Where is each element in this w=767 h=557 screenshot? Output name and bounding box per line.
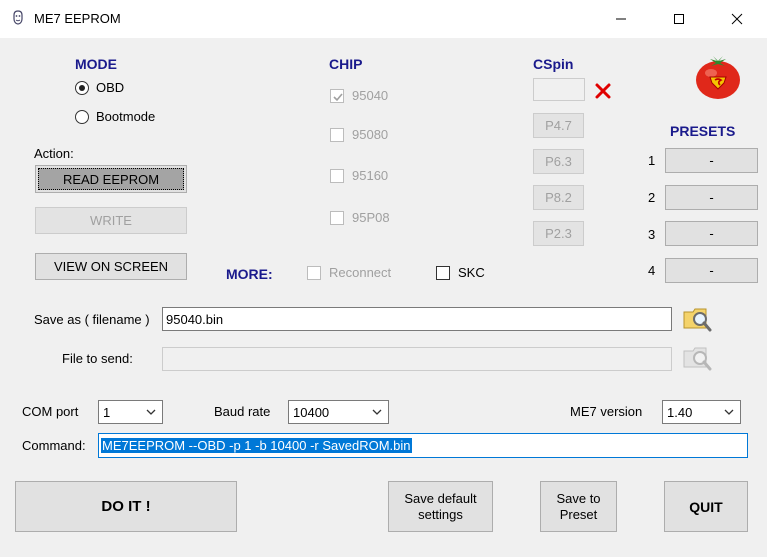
- com-port-label: COM port: [22, 404, 79, 419]
- window-title: ME7 EEPROM: [34, 11, 121, 26]
- cspin-input[interactable]: [533, 78, 585, 101]
- radio-selected-icon: [75, 80, 89, 95]
- com-port-select[interactable]: 1: [98, 400, 163, 424]
- preset-2-button[interactable]: -: [665, 185, 758, 210]
- cspin-p47-button[interactable]: P4.7: [533, 113, 584, 138]
- read-eeprom-button[interactable]: READ EEPROM: [35, 165, 187, 193]
- mode-obd-label: OBD: [96, 80, 125, 95]
- quit-button[interactable]: QUIT: [664, 481, 748, 532]
- mode-bootmode-radio[interactable]: Bootmode: [75, 109, 155, 124]
- read-eeprom-label: READ EEPROM: [38, 168, 184, 190]
- save-default-settings-button[interactable]: Save default settings: [388, 481, 493, 532]
- tomato-logo-icon: [693, 53, 743, 104]
- com-port-value: 1: [103, 404, 111, 420]
- close-button[interactable]: [714, 0, 760, 38]
- save-as-input[interactable]: 95040.bin: [162, 307, 672, 331]
- preset-number: 2: [648, 190, 656, 205]
- checkbox-icon: [330, 127, 344, 142]
- view-on-screen-button[interactable]: VIEW ON SCREEN: [35, 253, 187, 280]
- checkbox-icon: [436, 265, 450, 280]
- chevron-down-icon: [372, 409, 382, 415]
- clear-cross-icon[interactable]: [594, 82, 612, 103]
- checkbox-icon: [307, 265, 321, 280]
- mode-obd-radio[interactable]: OBD: [75, 80, 124, 95]
- close-icon: [731, 13, 743, 25]
- more-heading: MORE:: [226, 266, 273, 282]
- me7-version-value: 1.40: [667, 404, 693, 420]
- file-to-send-input[interactable]: [162, 347, 672, 371]
- skc-checkbox[interactable]: SKC: [436, 265, 485, 280]
- chip-95160-label: 95160: [352, 168, 389, 183]
- save-as-label: Save as ( filename ): [34, 312, 150, 327]
- save-default-line1: Save default: [404, 490, 477, 506]
- save-preset-line1: Save to: [556, 490, 601, 506]
- cspin-p23-button[interactable]: P2.3: [533, 221, 584, 246]
- chevron-down-icon: [146, 409, 156, 415]
- mode-heading: MODE: [75, 56, 117, 72]
- browse-folder-disabled-icon[interactable]: [682, 343, 714, 376]
- preset-number: 4: [648, 263, 656, 278]
- maximize-button[interactable]: [656, 0, 702, 38]
- command-text: ME7EEPROM --OBD -p 1 -b 10400 -r SavedRO…: [101, 438, 412, 453]
- preset-3-button[interactable]: -: [665, 221, 758, 246]
- do-it-button[interactable]: DO IT !: [15, 481, 237, 532]
- save-to-preset-button[interactable]: Save to Preset: [540, 481, 617, 532]
- me7-version-label: ME7 version: [570, 404, 643, 419]
- baud-rate-label: Baud rate: [214, 404, 271, 419]
- command-input[interactable]: ME7EEPROM --OBD -p 1 -b 10400 -r SavedRO…: [98, 433, 748, 458]
- preset-number: 3: [648, 227, 656, 242]
- chip-95160-checkbox[interactable]: 95160: [330, 168, 388, 183]
- preset-1-button[interactable]: -: [665, 148, 758, 173]
- reconnect-checkbox[interactable]: Reconnect: [307, 265, 391, 280]
- skc-label: SKC: [458, 265, 485, 280]
- preset-4-button[interactable]: -: [665, 258, 758, 283]
- save-preset-line2: Preset: [559, 506, 598, 522]
- chip-95080-label: 95080: [352, 127, 389, 142]
- command-label: Command:: [22, 438, 86, 453]
- cspin-p82-button[interactable]: P8.2: [533, 185, 584, 210]
- preset-number: 1: [648, 153, 656, 168]
- action-label: Action:: [34, 146, 74, 161]
- chip-95p08-label: 95P08: [352, 210, 390, 225]
- title-bar: ME7 EEPROM: [0, 0, 767, 38]
- reconnect-label: Reconnect: [329, 265, 392, 280]
- save-default-line2: settings: [418, 506, 463, 522]
- cspin-p63-button[interactable]: P6.3: [533, 149, 584, 174]
- file-to-send-label: File to send:: [62, 351, 133, 366]
- chip-95p08-checkbox[interactable]: 95P08: [330, 210, 390, 225]
- checkbox-checked-icon: [330, 88, 344, 103]
- write-button[interactable]: WRITE: [35, 207, 187, 234]
- browse-folder-icon[interactable]: [682, 304, 714, 337]
- maximize-icon: [674, 14, 684, 24]
- cspin-heading: CSpin: [533, 56, 574, 72]
- baud-rate-value: 10400: [293, 404, 330, 420]
- me7-version-select[interactable]: 1.40: [662, 400, 741, 424]
- chip-95040-checkbox[interactable]: 95040: [330, 88, 388, 103]
- baud-rate-select[interactable]: 10400: [288, 400, 389, 424]
- minimize-icon: [616, 18, 626, 20]
- mode-bootmode-label: Bootmode: [96, 109, 156, 124]
- checkbox-icon: [330, 210, 344, 225]
- chip-95040-label: 95040: [352, 88, 389, 103]
- chip-95080-checkbox[interactable]: 95080: [330, 127, 388, 142]
- radio-unselected-icon: [75, 109, 89, 124]
- presets-heading: PRESETS: [670, 123, 736, 139]
- minimize-button[interactable]: [598, 0, 644, 38]
- checkbox-icon: [330, 168, 344, 183]
- chip-heading: CHIP: [329, 56, 363, 72]
- chevron-down-icon: [724, 409, 734, 415]
- app-icon: [10, 10, 28, 28]
